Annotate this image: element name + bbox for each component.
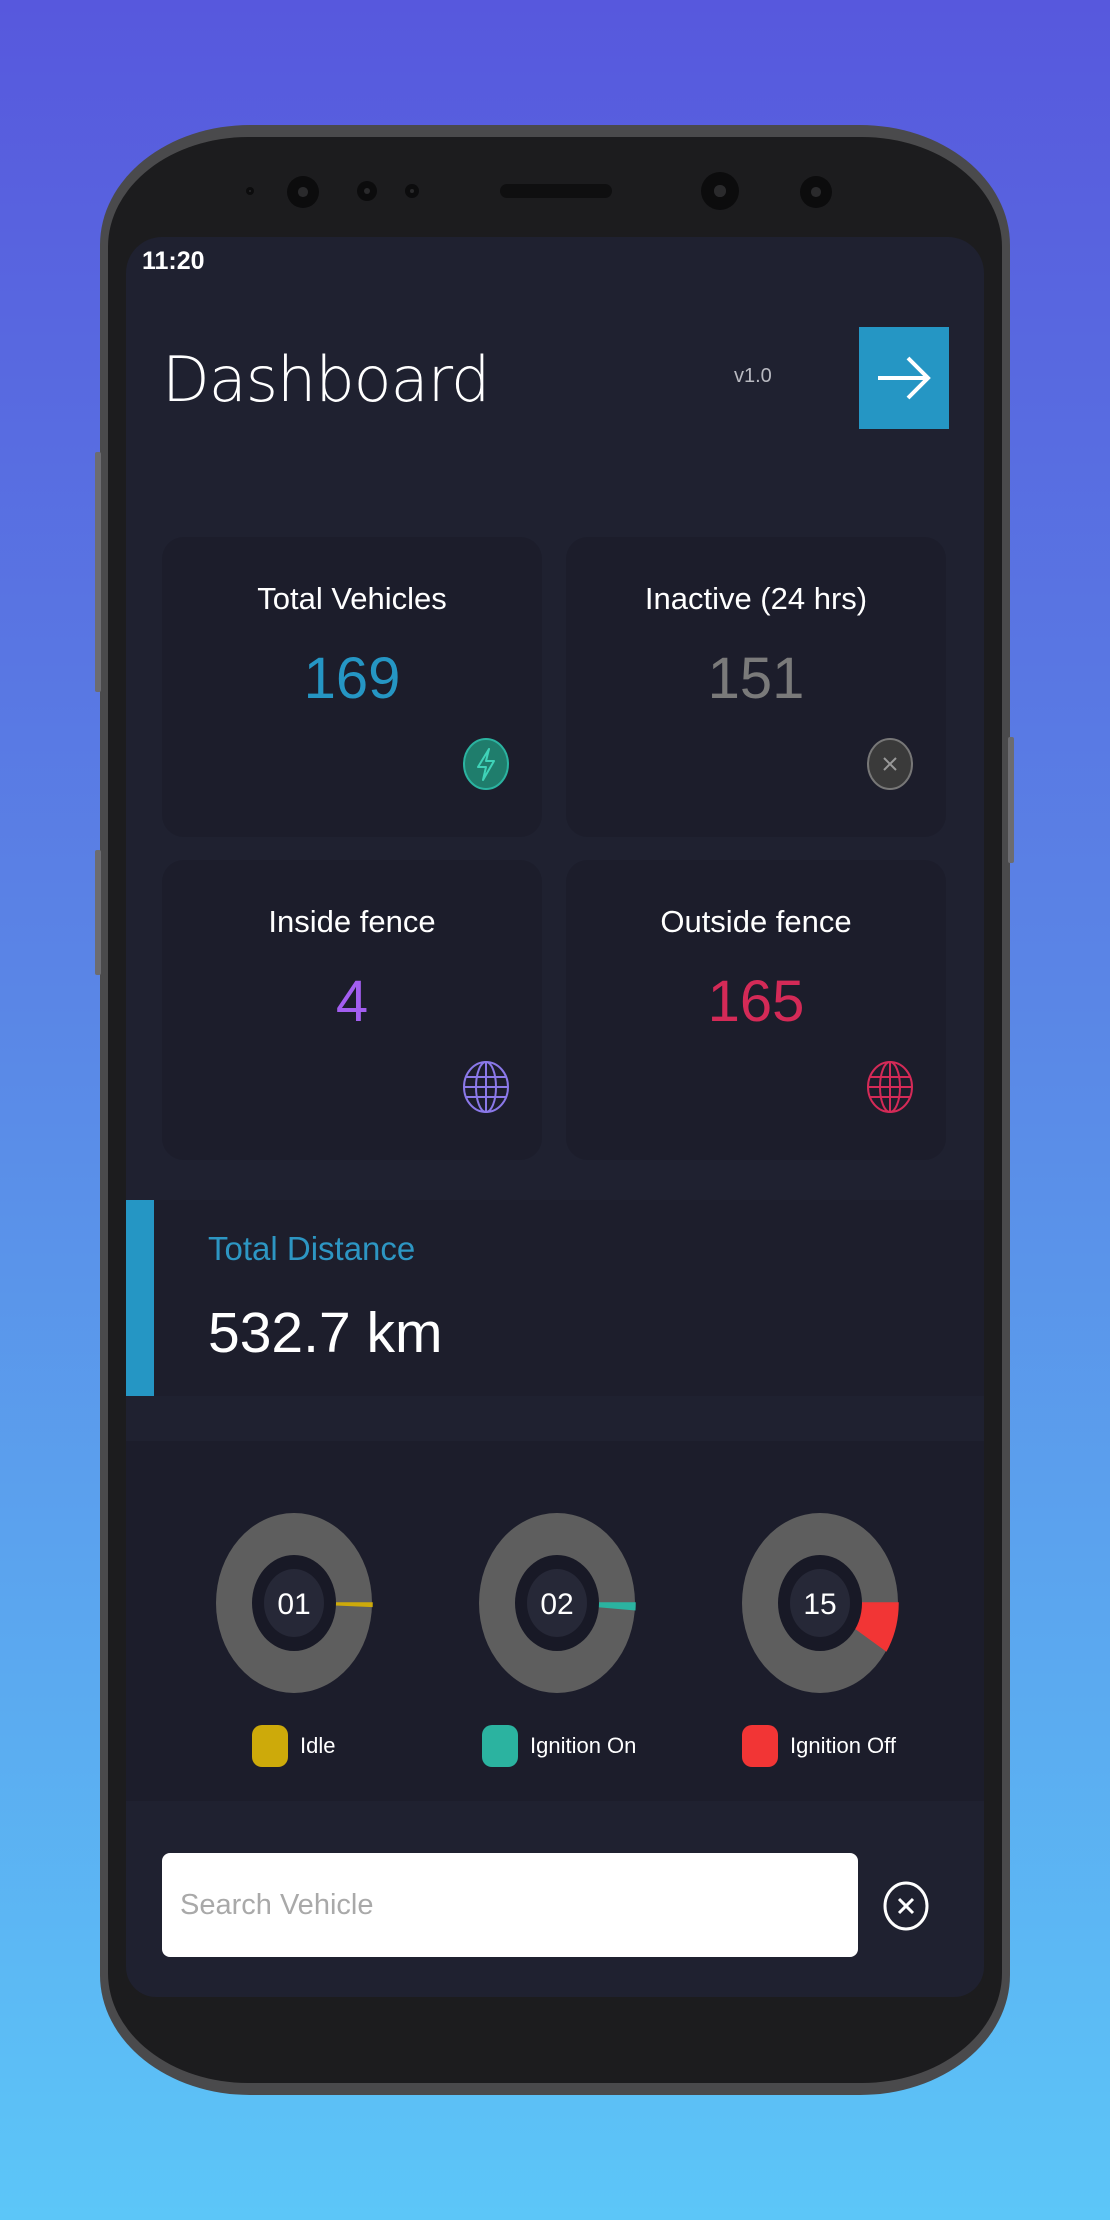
- card-label: Outside fence: [660, 904, 852, 939]
- card-label: Inactive (24 hrs): [644, 581, 868, 616]
- front-camera-icon: [287, 176, 319, 208]
- card-inside-fence[interactable]: Inside fence 4: [162, 860, 542, 1160]
- clear-search-button[interactable]: [882, 1880, 930, 1932]
- globe-icon: [867, 1061, 913, 1113]
- card-value: 4: [335, 969, 369, 1034]
- lightning-icon: [463, 738, 509, 790]
- donut-ignition-off[interactable]: 15: [740, 1513, 900, 1693]
- globe-icon: [463, 1061, 509, 1113]
- legend-swatch: [252, 1725, 288, 1767]
- earpiece-speaker: [500, 184, 612, 198]
- phone-power-button: [1008, 737, 1014, 863]
- iris-camera-icon: [701, 172, 739, 210]
- iris-sensor-icon: [800, 176, 832, 208]
- total-distance-label: Total Distance: [208, 1230, 416, 1267]
- search-vehicle-input[interactable]: [162, 1853, 858, 1957]
- close-circle-icon: [867, 738, 913, 790]
- accent-bar: [126, 1200, 154, 1396]
- total-distance-panel: Total Distance 532.7 km: [126, 1200, 984, 1396]
- card-inactive[interactable]: Inactive (24 hrs) 151: [566, 537, 946, 837]
- legend-ignition-on: Ignition On: [482, 1725, 636, 1767]
- sensor-dot-icon: [357, 181, 377, 201]
- vehicle-status-panel: 01 02 15 Idle Ignition On Ignition Off: [126, 1441, 984, 1801]
- card-value: 151: [707, 646, 805, 711]
- card-label: Total Vehicles: [257, 581, 447, 616]
- card-label: Inside fence: [268, 904, 436, 939]
- card-outside-fence[interactable]: Outside fence 165: [566, 860, 946, 1160]
- phone-volume-down-button: [95, 850, 101, 975]
- exit-button[interactable]: [859, 327, 949, 429]
- donut-value-label: 01: [277, 1588, 310, 1621]
- donut-value-label: 15: [803, 1588, 836, 1621]
- legend-label: Idle: [300, 1733, 336, 1758]
- arrow-right-icon: [878, 356, 931, 400]
- legend-swatch: [482, 1725, 518, 1767]
- phone-volume-up-button: [95, 452, 101, 692]
- card-total-vehicles[interactable]: Total Vehicles 169: [162, 537, 542, 837]
- card-value: 169: [303, 646, 401, 711]
- donut-idle[interactable]: 01: [214, 1513, 374, 1693]
- sensor-dot-icon: [405, 184, 419, 198]
- page-title: Dashboard: [162, 343, 490, 416]
- legend-label: Ignition On: [530, 1733, 637, 1758]
- sensor-dot-icon: [246, 187, 254, 195]
- donut-ignition-on[interactable]: 02: [477, 1513, 637, 1693]
- legend-idle: Idle: [252, 1725, 335, 1767]
- legend-ignition-off: Ignition Off: [742, 1725, 896, 1767]
- legend-label: Ignition Off: [790, 1733, 896, 1758]
- version-label: v1.0: [734, 365, 772, 387]
- card-value: 165: [707, 969, 805, 1034]
- status-bar-time: 11:20: [142, 247, 205, 275]
- legend-swatch: [742, 1725, 778, 1767]
- donut-value-label: 02: [540, 1588, 573, 1621]
- app-screen: 11:20 Dashboard v1.0 Total Vehicles 169 …: [126, 237, 984, 1997]
- total-distance-value: 532.7 km: [208, 1301, 443, 1365]
